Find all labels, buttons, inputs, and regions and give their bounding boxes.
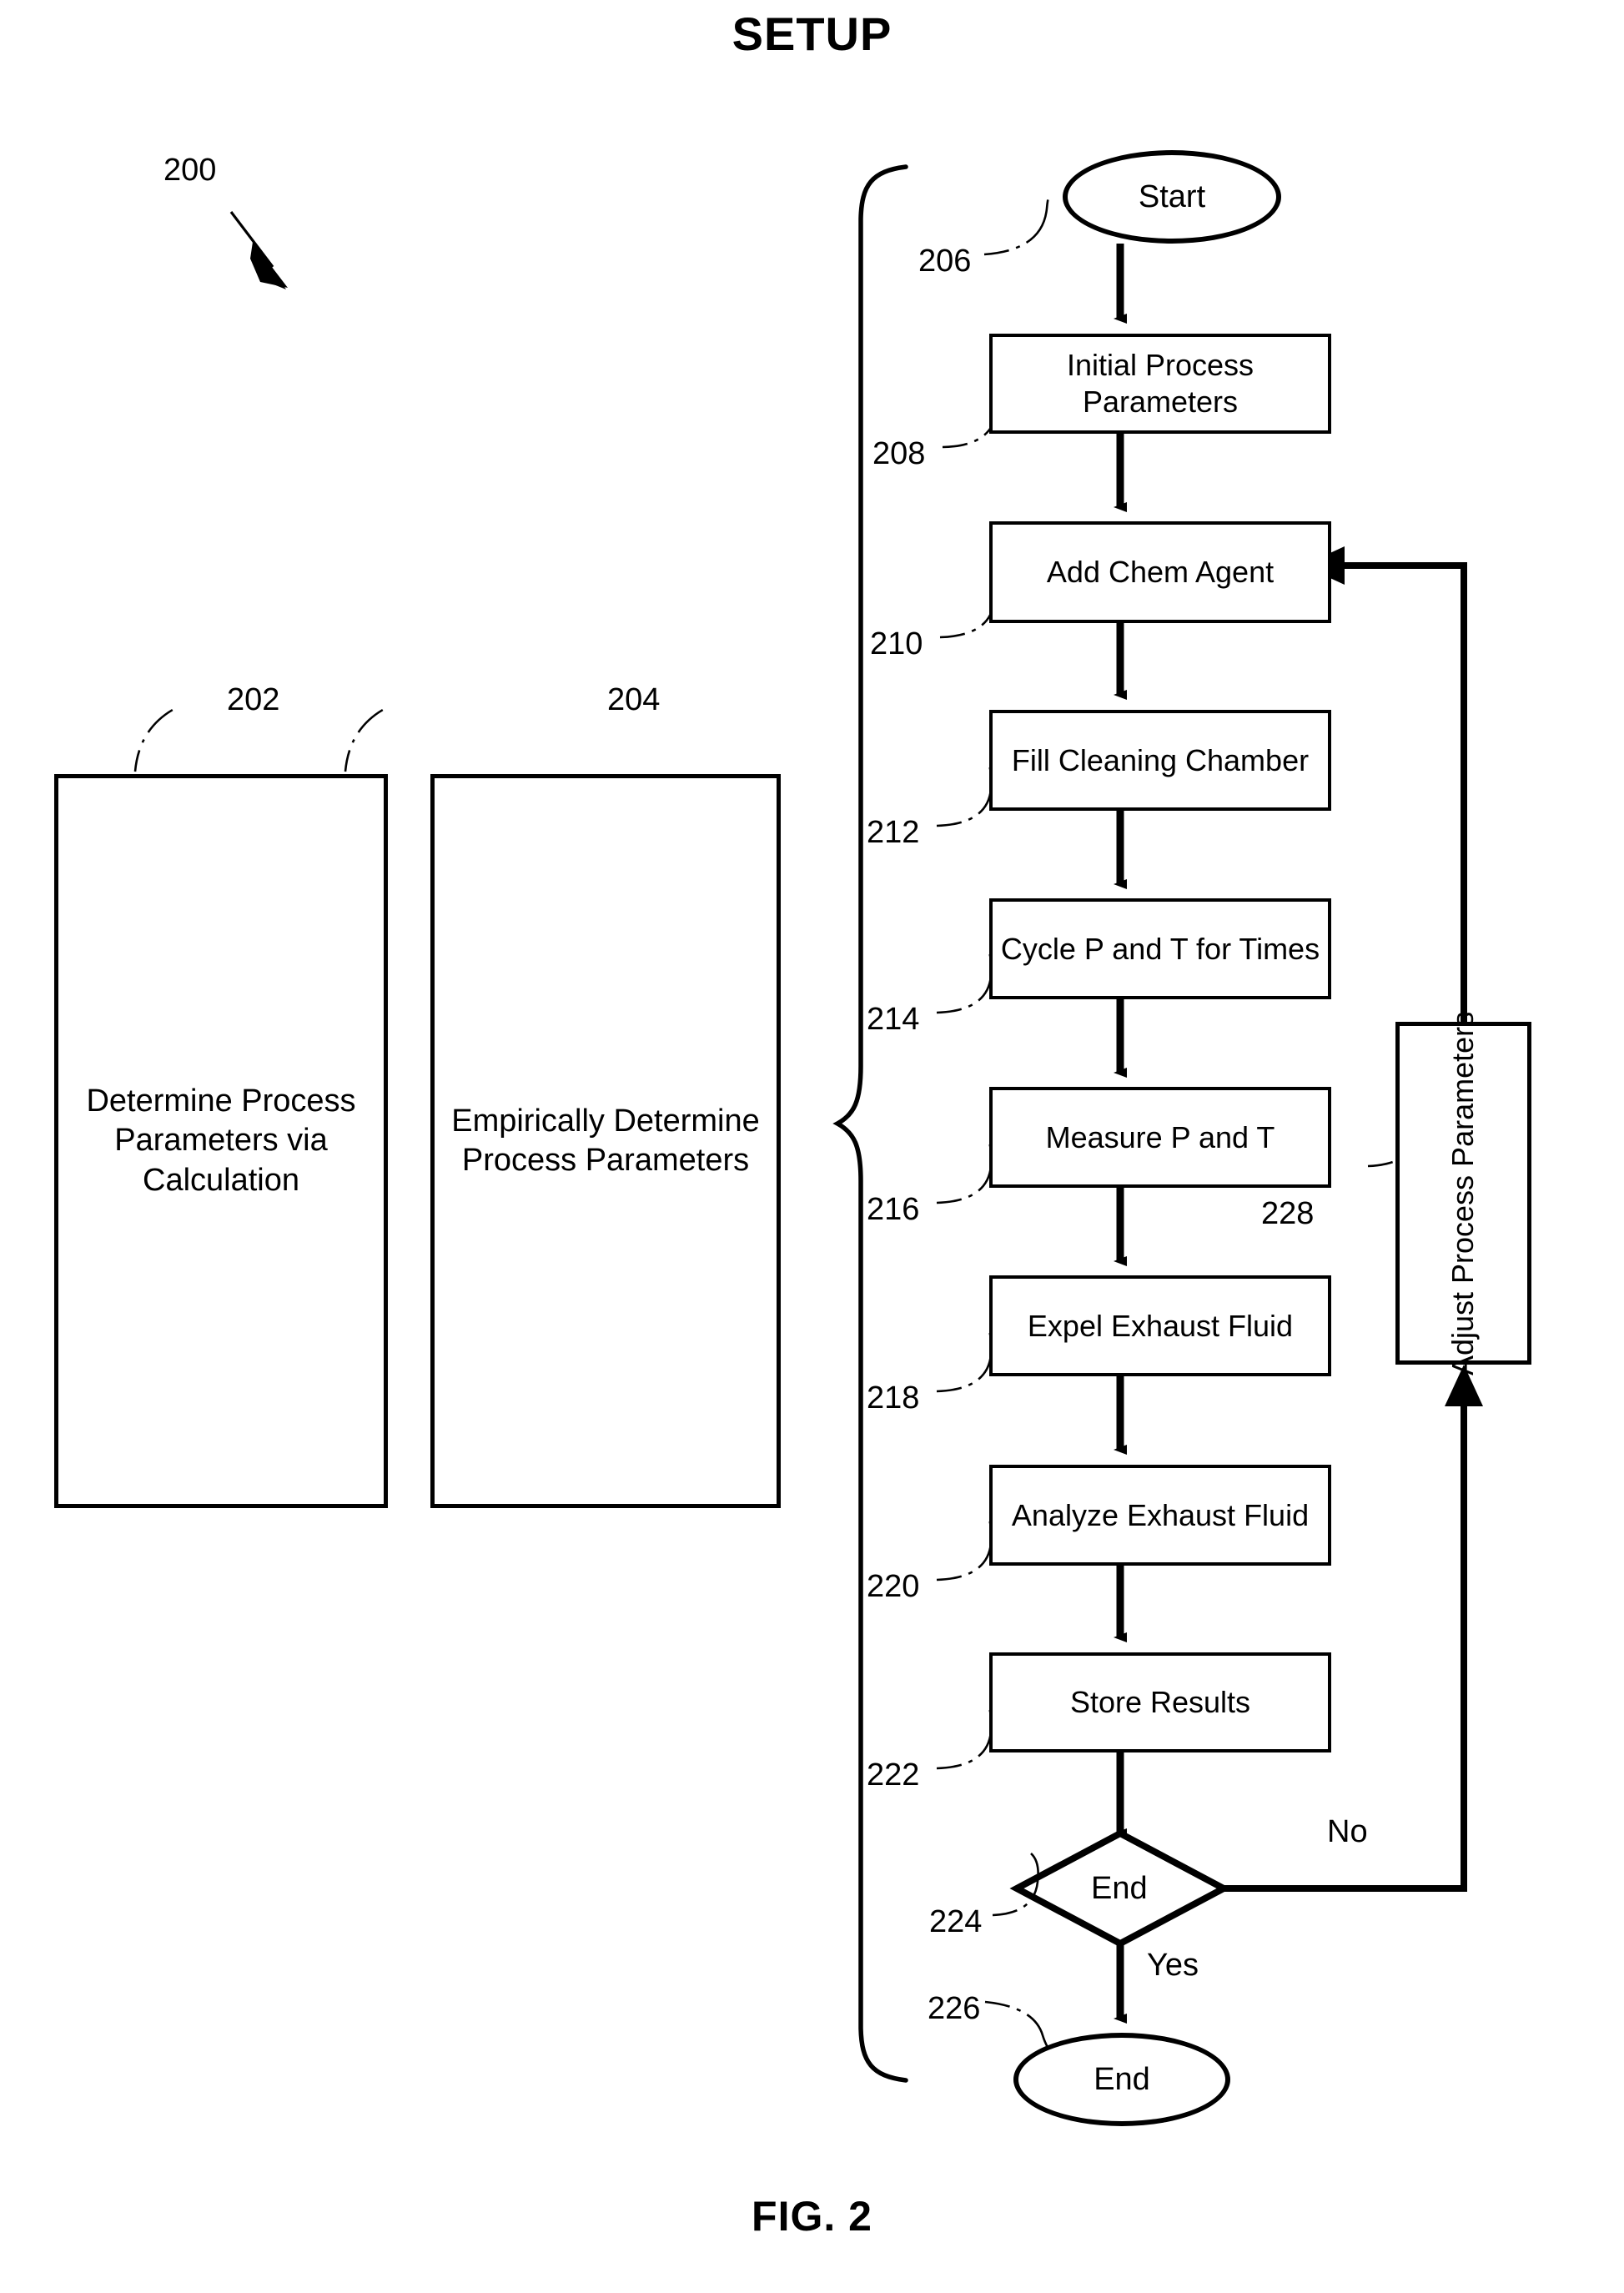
ref-numeral-212: 212 xyxy=(867,815,920,850)
ref-numeral-202: 202 xyxy=(227,682,280,717)
ref-numeral-228: 228 xyxy=(1261,1196,1315,1231)
flow-node-cycle-p-and-t-label: Cycle P and T for Times xyxy=(1000,931,1320,966)
flow-node-measure-p-and-t-label: Measure P and T xyxy=(1045,1119,1275,1154)
ref-numeral-216: 216 xyxy=(867,1192,920,1227)
no-branch-path xyxy=(1224,1375,1472,1892)
flow-node-initial-process-parameters[interactable]: Initial Process Parameters xyxy=(989,334,1331,434)
flow-node-expel-exhaust-fluid[interactable]: Expel Exhaust Fluid xyxy=(989,1275,1331,1376)
ref-numeral-208: 208 xyxy=(872,436,926,471)
flow-node-end[interactable]: End xyxy=(1013,2033,1230,2126)
ref-numeral-210: 210 xyxy=(870,626,923,661)
approach-box-empirical[interactable]: Empirically Determine Process Parameters xyxy=(430,774,781,1508)
approach-box-calculation[interactable]: Determine Process Parameters via Calcula… xyxy=(54,774,388,1508)
approach-box-calculation-label: Determine Process Parameters via Calcula… xyxy=(86,1083,356,1198)
flow-node-fill-cleaning-chamber-label: Fill Cleaning Chamber xyxy=(1011,742,1310,777)
flow-node-analyze-exhaust-fluid-label: Analyze Exhaust Fluid xyxy=(1011,1497,1310,1532)
flow-node-adjust-process-parameters[interactable]: Adjust Process Parameters xyxy=(1395,1011,1531,1375)
flow-node-fill-cleaning-chamber[interactable]: Fill Cleaning Chamber xyxy=(989,710,1331,811)
ref-numeral-220: 220 xyxy=(867,1569,920,1604)
branch-label-yes: Yes xyxy=(1147,1948,1199,1983)
flow-node-adjust-process-parameters-label: Adjust Process Parameters xyxy=(1446,1011,1481,1375)
flow-node-initial-process-parameters-label: Initial Process Parameters xyxy=(1066,348,1254,419)
ref-numeral-222: 222 xyxy=(867,1757,920,1793)
leader-204 xyxy=(344,691,439,772)
flow-node-decision-end-label: End xyxy=(1091,1871,1148,1906)
leader-200 xyxy=(229,211,288,289)
flow-node-start-label: Start xyxy=(1138,179,1206,214)
leader-202 xyxy=(133,691,229,772)
ref-numeral-224: 224 xyxy=(929,1904,983,1939)
figure-caption: FIG. 2 xyxy=(752,2193,872,2240)
ref-numeral-226: 226 xyxy=(928,1991,981,2026)
patent-figure-page: SETUP 200 202 204 206 208 210 212 214 21… xyxy=(0,0,1624,2293)
flow-node-store-results[interactable]: Store Results xyxy=(989,1652,1331,1752)
flow-node-analyze-exhaust-fluid[interactable]: Analyze Exhaust Fluid xyxy=(989,1465,1331,1566)
flow-node-start[interactable]: Start xyxy=(1063,150,1281,244)
ref-numeral-214: 214 xyxy=(867,1002,920,1037)
approach-box-empirical-label: Empirically Determine Process Parameters xyxy=(451,1103,760,1179)
branch-label-no: No xyxy=(1327,1814,1368,1849)
page-title: SETUP xyxy=(732,8,892,60)
ref-numeral-204: 204 xyxy=(607,682,661,717)
ref-numeral-218: 218 xyxy=(867,1380,920,1416)
flow-node-add-chem-agent-label: Add Chem Agent xyxy=(1046,555,1275,590)
flow-node-store-results-label: Store Results xyxy=(1069,1685,1251,1720)
ref-numeral-200: 200 xyxy=(163,153,217,188)
flow-node-end-label: End xyxy=(1094,2061,1150,2097)
ref-numeral-206: 206 xyxy=(918,244,972,279)
adjust-feedback-path xyxy=(1316,562,1467,1022)
flow-node-expel-exhaust-fluid-label: Expel Exhaust Fluid xyxy=(1027,1308,1294,1343)
flow-node-add-chem-agent[interactable]: Add Chem Agent xyxy=(989,521,1331,623)
flow-node-measure-p-and-t[interactable]: Measure P and T xyxy=(989,1087,1331,1188)
flow-node-cycle-p-and-t[interactable]: Cycle P and T for Times xyxy=(989,898,1331,999)
